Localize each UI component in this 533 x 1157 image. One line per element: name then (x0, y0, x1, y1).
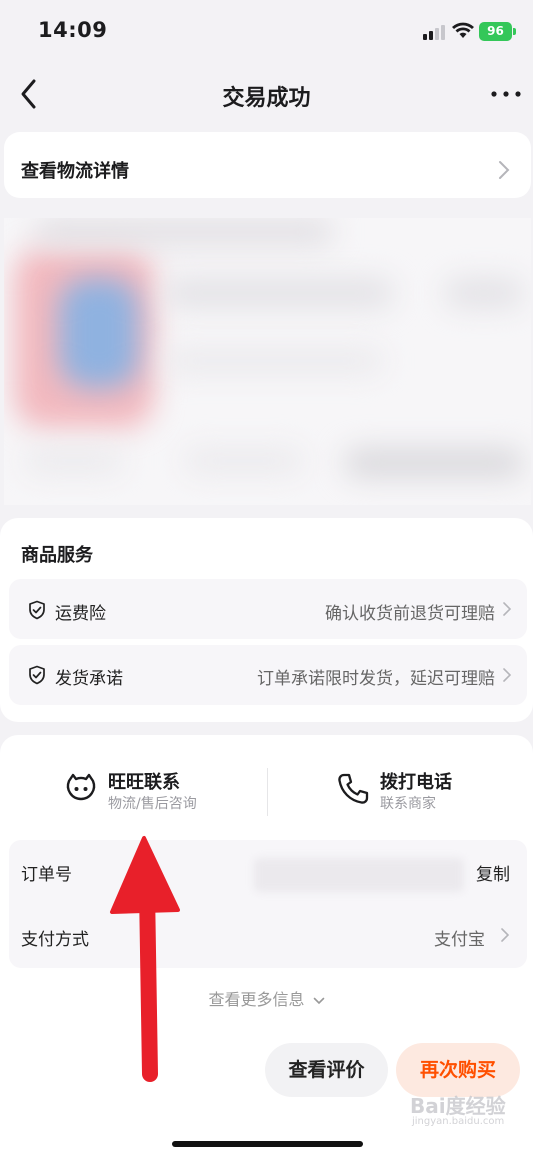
watermark-url: jingyan.baidu.com (412, 1116, 505, 1127)
status-time: 14:09 (38, 18, 108, 42)
battery-tip (513, 28, 516, 35)
shield-check-icon (29, 600, 45, 620)
service-label: 发货承诺 (55, 669, 123, 689)
call-phone-sub: 联系商家 (380, 796, 436, 812)
shield-check-icon (29, 665, 45, 685)
home-indicator (172, 1141, 363, 1147)
service-title: 商品服务 (21, 545, 93, 566)
chevron-right-icon (503, 668, 512, 682)
chevron-right-icon (503, 602, 512, 616)
wangwang-contact-button[interactable]: 旺旺联系 (108, 768, 180, 794)
annotation-arrow (110, 836, 180, 1082)
more-info-link[interactable]: 查看更多信息 (0, 986, 533, 1010)
chevron-right-icon (499, 161, 510, 179)
payment-value[interactable]: 支付宝 (434, 925, 485, 950)
logistics-label: 查看物流详情 (21, 161, 129, 182)
divider (267, 768, 268, 816)
wangwang-icon[interactable] (64, 772, 98, 806)
more-info-label: 查看更多信息 (208, 990, 305, 1009)
wangwang-contact-sub: 物流/售后咨询 (108, 796, 197, 812)
signal-icon (423, 24, 447, 40)
watermark-logo: Bai度经验 (410, 1094, 506, 1118)
service-value: 订单承诺限时发货，延迟可理赔 (257, 669, 495, 689)
call-phone-button[interactable]: 拨打电话 (380, 768, 452, 794)
payment-label: 支付方式 (21, 930, 89, 950)
more-icon[interactable] (488, 82, 524, 106)
chevron-right-icon (501, 928, 510, 942)
wifi-icon (452, 22, 474, 38)
service-value: 确认收货前退货可理赔 (325, 604, 495, 624)
view-review-button[interactable]: 查看评价 (265, 1043, 388, 1097)
order-number-label: 订单号 (21, 865, 72, 885)
page-title: 交易成功 (222, 86, 311, 111)
copy-button[interactable]: 复制 (476, 860, 510, 885)
service-label: 运费险 (55, 604, 106, 624)
buy-again-button[interactable]: 再次购买 (396, 1043, 520, 1097)
battery-indicator: 96 (479, 22, 512, 41)
order-number-blurred (254, 858, 464, 892)
product-card-blurred (4, 218, 531, 505)
chevron-down-icon (313, 997, 324, 1004)
phone-icon[interactable] (336, 772, 370, 806)
